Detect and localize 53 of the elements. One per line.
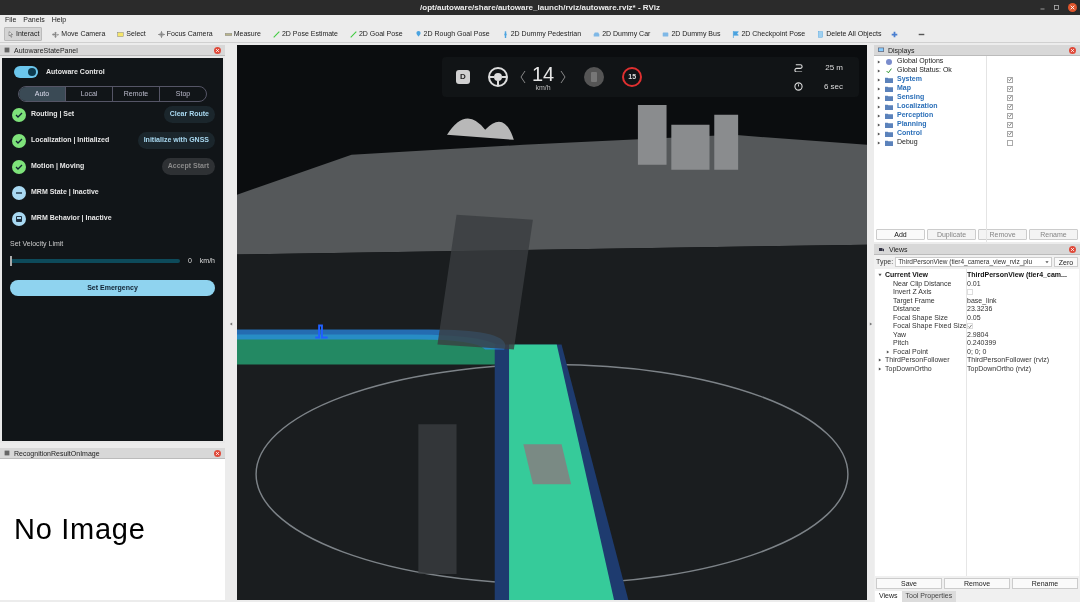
checkbox[interactable]	[1007, 130, 1013, 137]
gear-indicator: D	[456, 70, 470, 84]
checkbox[interactable]	[1007, 121, 1013, 128]
check-icon	[12, 133, 26, 148]
crosshair-icon	[157, 30, 165, 38]
route-icon	[794, 63, 803, 72]
window-title: /opt/autoware/share/autoware_launch/rviz/autoware.rviz* - RViz	[419, 1, 661, 14]
car-icon	[593, 30, 601, 38]
check-icon	[12, 107, 26, 122]
panel-icon	[4, 450, 10, 456]
bus-icon	[662, 30, 670, 38]
distance-value: 25 m	[824, 61, 843, 74]
chevron-right-icon	[560, 70, 567, 84]
minimize-icon	[1040, 5, 1045, 10]
plus-icon	[891, 30, 899, 38]
close-icon[interactable]	[214, 449, 221, 457]
checkbox[interactable]	[1007, 112, 1013, 119]
pedestrian-icon	[501, 30, 509, 38]
close-icon	[1068, 3, 1077, 12]
close-icon[interactable]	[1069, 46, 1076, 54]
speed-value: 14	[532, 63, 555, 84]
panel-icon	[4, 47, 10, 53]
toggle-switch[interactable]	[14, 66, 38, 78]
flag-icon	[732, 30, 740, 38]
select-icon	[117, 30, 125, 38]
maximize-icon	[1054, 5, 1059, 10]
checkbox[interactable]	[1007, 76, 1013, 83]
caret-icon	[1045, 260, 1049, 264]
expand-arrow-icon	[868, 321, 873, 326]
no-image-text: No Image	[14, 511, 146, 547]
checkbox[interactable]	[1007, 139, 1013, 146]
move-icon	[52, 30, 60, 38]
globe-icon	[886, 58, 892, 65]
traffic-light-icon	[584, 67, 605, 87]
trash-icon	[817, 30, 825, 38]
minus-icon	[12, 185, 26, 200]
chevron-left-icon	[520, 70, 526, 84]
vehicle-icon	[12, 211, 26, 226]
camera-icon	[878, 246, 885, 252]
close-icon[interactable]	[1069, 245, 1076, 253]
checkbox[interactable]	[1007, 85, 1013, 92]
timer-icon	[794, 82, 803, 91]
checkbox[interactable]	[1007, 103, 1013, 110]
monitor-icon	[878, 47, 884, 53]
checkmark-icon	[886, 67, 892, 74]
close-icon[interactable]	[214, 46, 221, 54]
check-icon	[12, 159, 26, 174]
velocity-slider[interactable]	[10, 258, 180, 263]
steering-wheel-icon	[488, 67, 508, 87]
cursor-icon	[7, 30, 14, 38]
pin-icon	[414, 30, 422, 38]
checkbox[interactable]	[1007, 94, 1013, 101]
time-value: 6 sec	[822, 80, 843, 93]
